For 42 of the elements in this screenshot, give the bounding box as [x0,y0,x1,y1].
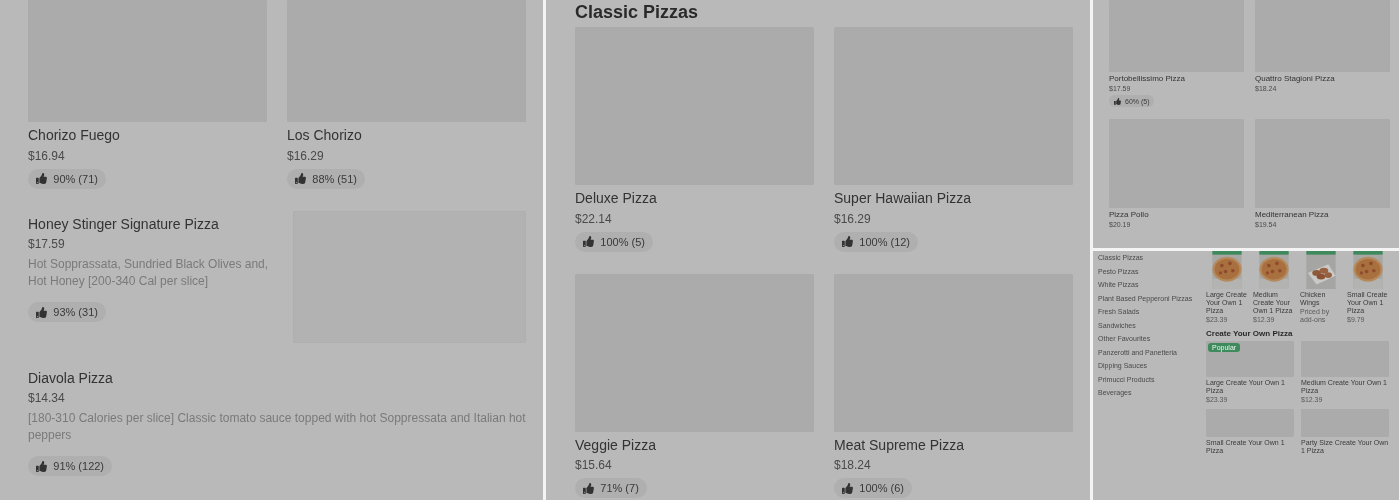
item-price: $22.14 [575,211,612,226]
thumbs-up-icon [841,482,853,494]
item-price: $15.64 [575,458,612,473]
section-heading: Create Your Own Pizza [1206,329,1294,339]
thumbs-up-icon [1113,97,1121,105]
item-title: Diavola Pizza [28,369,113,388]
thumbs-up-icon [294,173,306,185]
item-price: $14.34 [28,391,65,406]
rating-text: 93% (31) [53,306,98,319]
item-title: Portobellissimo Pizza [1109,74,1186,84]
thumbs-up-icon [841,236,853,248]
item-title: Quattro Stagioni Pizza [1255,74,1335,84]
item-title: Veggie Pizza [575,436,656,455]
item-description: Hot Sopprassata, Sundried Black Olives and, Hot Honey [200-340 Cal per slice] [28,256,270,291]
image-placeholder[interactable] [1206,341,1294,378]
rating-text: 71% (7) [600,482,639,495]
item-price: $18.24 [834,458,871,473]
item-price: $17.59 [28,237,65,252]
item-title: Chorizo Fuego [28,127,120,145]
item-title: Mediterranean Pizza [1255,210,1329,221]
item-title: Honey Stinger Signature Pizza [28,215,219,234]
item-title: Deluxe Pizza [575,190,657,208]
item-description: [180-310 Calories per slice] Classic tomato sauce topped with hot Soppressata and Italian hot peppers [28,410,526,445]
item-price: $16.29 [287,148,324,163]
item-title: Pizza Pollo [1109,210,1149,221]
item-price: $16.29 [834,211,871,226]
rating-text: 100% (12) [859,235,911,248]
rating-text: 90% (71) [53,172,98,185]
thumbs-up-icon [582,482,594,494]
item-price: $16.94 [28,148,65,163]
rating-text: 100% (5) [600,235,645,248]
thumbs-up-icon [35,306,47,318]
rating-text: 100% (6) [859,482,904,495]
item-title: Meat Supreme Pizza [834,436,964,455]
thumbs-up-icon [35,460,47,472]
item-title: Los Chorizo [287,127,362,145]
rating-text: 88% (51) [312,172,357,185]
item-title: Super Hawaiian Pizza [834,190,971,208]
rating-text: 91% (122) [53,460,105,473]
section-heading: Classic Pizzas [575,2,700,23]
thumbs-up-icon [35,173,47,185]
thumbs-up-icon [582,236,594,248]
